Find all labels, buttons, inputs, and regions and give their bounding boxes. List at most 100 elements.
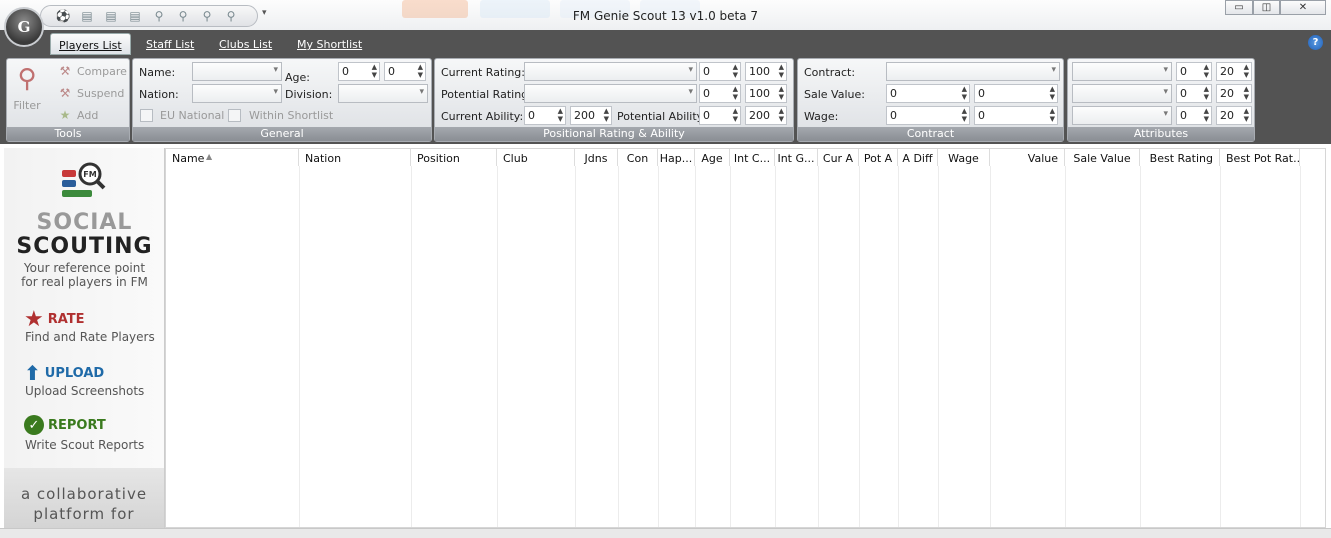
current-ability-max[interactable]: 200 ▲ ▼ bbox=[570, 106, 612, 125]
column-divider bbox=[497, 166, 498, 527]
spin-arrows-icon[interactable]: ▲ ▼ bbox=[1204, 85, 1209, 101]
column-header-wage[interactable]: Wage bbox=[938, 149, 990, 166]
attribute-combo-1[interactable] bbox=[1072, 62, 1172, 81]
report-link[interactable]: ✓ REPORT bbox=[24, 415, 106, 435]
app-menu-orb[interactable]: G bbox=[4, 7, 44, 47]
column-header-int-c[interactable]: Int C... bbox=[730, 149, 775, 166]
spin-arrows-icon[interactable]: ▲ ▼ bbox=[1204, 107, 1209, 123]
attribute-3-min[interactable]: 0 ▲ ▼ bbox=[1176, 106, 1212, 125]
filter-button[interactable]: ⚲ Filter bbox=[11, 63, 43, 112]
rate-link[interactable]: ★ RATE bbox=[24, 307, 85, 332]
wage-min[interactable]: 0 ▲ ▼ bbox=[886, 106, 970, 125]
help-icon[interactable]: ? bbox=[1308, 35, 1323, 50]
current-rating-min[interactable]: 0 ▲ ▼ bbox=[699, 62, 741, 81]
upload-link[interactable]: ⬆ UPLOAD bbox=[24, 361, 104, 385]
column-header-name[interactable]: Name ▲ bbox=[166, 149, 299, 166]
current-ability-min[interactable]: 0 ▲ ▼ bbox=[524, 106, 566, 125]
spin-arrows-icon[interactable]: ▲ ▼ bbox=[1244, 85, 1249, 101]
column-header-a-diff[interactable]: A Diff bbox=[898, 149, 938, 166]
attribute-2-min[interactable]: 0 ▲ ▼ bbox=[1176, 84, 1212, 103]
minimize-button[interactable]: ▭ bbox=[1225, 0, 1253, 15]
attribute-combo-3[interactable] bbox=[1072, 106, 1172, 125]
column-header-best-rating[interactable]: Best Rating bbox=[1140, 149, 1220, 166]
current-rating-combo[interactable] bbox=[524, 62, 697, 81]
export-icon[interactable]: ▤ bbox=[101, 8, 121, 24]
sale-value-min[interactable]: 0 ▲ ▼ bbox=[886, 84, 970, 103]
column-header-club[interactable]: Club bbox=[497, 149, 575, 166]
column-header-con[interactable]: Con bbox=[618, 149, 658, 166]
nation-combo[interactable] bbox=[192, 84, 282, 103]
attribute-1-min[interactable]: 0 ▲ ▼ bbox=[1176, 62, 1212, 81]
restore-button[interactable]: ◫ bbox=[1253, 0, 1280, 15]
attribute-3-max[interactable]: 20 ▲ ▼ bbox=[1216, 106, 1252, 125]
column-header-age[interactable]: Age bbox=[695, 149, 730, 166]
find-icon[interactable]: ⚲ bbox=[197, 8, 217, 24]
attribute-1-max[interactable]: 20 ▲ ▼ bbox=[1216, 62, 1252, 81]
players-grid[interactable]: Name ▲ Nation Position Club Jdns Con Hap... Age… bbox=[165, 148, 1326, 528]
spin-arrows-icon[interactable]: ▲ ▼ bbox=[1050, 85, 1055, 101]
contract-combo[interactable] bbox=[886, 62, 1060, 81]
scout-icon[interactable]: ⚽ bbox=[53, 8, 73, 24]
tab-staff-list[interactable]: Staff List bbox=[138, 33, 202, 55]
add-button[interactable]: ★ Add bbox=[57, 107, 99, 123]
column-header-jdns[interactable]: Jdns bbox=[575, 149, 618, 166]
scouting-title: SCOUTING bbox=[16, 234, 153, 259]
column-header-cur-a[interactable]: Cur A bbox=[818, 149, 859, 166]
spin-arrows-icon[interactable]: ▲ ▼ bbox=[418, 63, 423, 79]
column-header-value[interactable]: Value bbox=[990, 149, 1065, 166]
potential-rating-max[interactable]: 100 ▲ ▼ bbox=[745, 84, 787, 103]
column-header-pot-a[interactable]: Pot A bbox=[859, 149, 898, 166]
sale-value-max[interactable]: 0 ▲ ▼ bbox=[974, 84, 1058, 103]
division-combo[interactable] bbox=[338, 84, 428, 103]
attribute-combo-2[interactable] bbox=[1072, 84, 1172, 103]
spin-arrows-icon[interactable]: ▲ ▼ bbox=[962, 107, 967, 123]
name-combo[interactable] bbox=[192, 62, 282, 81]
spin-arrows-icon[interactable]: ▲ ▼ bbox=[1050, 107, 1055, 123]
spin-arrows-icon[interactable]: ▲ ▼ bbox=[558, 107, 563, 123]
suspend-label: Suspend bbox=[77, 86, 125, 100]
search-staff-icon[interactable]: ⚲ bbox=[173, 8, 193, 24]
column-header-int-g[interactable]: Int G... bbox=[775, 149, 818, 166]
spin-arrows-icon[interactable]: ▲ ▼ bbox=[962, 85, 967, 101]
potential-ability-max[interactable]: 200 ▲ ▼ bbox=[745, 106, 787, 125]
wage-max[interactable]: 0 ▲ ▼ bbox=[974, 106, 1058, 125]
within-shortlist-checkbox[interactable] bbox=[228, 109, 241, 122]
eu-national-checkbox[interactable] bbox=[140, 109, 153, 122]
close-button[interactable]: ✕ bbox=[1280, 0, 1326, 15]
suspend-button[interactable]: ⚒ Suspend bbox=[57, 85, 125, 101]
spin-arrows-icon[interactable]: ▲ ▼ bbox=[1204, 63, 1209, 79]
tab-my-shortlist[interactable]: My Shortlist bbox=[289, 33, 370, 55]
spin-arrows-icon[interactable]: ▲ ▼ bbox=[779, 63, 784, 79]
attribute-2-max[interactable]: 20 ▲ ▼ bbox=[1216, 84, 1252, 103]
column-divider bbox=[859, 166, 860, 527]
column-header-sale-value[interactable]: Sale Value bbox=[1065, 149, 1140, 166]
tab-players-list[interactable]: Players List bbox=[50, 33, 131, 55]
tab-clubs-list[interactable]: Clubs List bbox=[211, 33, 280, 55]
search-player-icon[interactable]: ⚲ bbox=[149, 8, 169, 24]
save-icon[interactable]: ▤ bbox=[125, 8, 145, 24]
potential-rating-combo[interactable] bbox=[524, 84, 697, 103]
column-header-nation[interactable]: Nation bbox=[299, 149, 411, 166]
customize-toolbar-icon[interactable]: ▾ bbox=[262, 8, 267, 18]
spin-arrows-icon[interactable]: ▲ ▼ bbox=[1244, 63, 1249, 79]
import-icon[interactable]: ▤ bbox=[77, 8, 97, 24]
report-subtitle: Write Scout Reports bbox=[25, 438, 145, 452]
column-header-best-pot-rat[interactable]: Best Pot Rat... bbox=[1220, 149, 1300, 166]
spin-arrows-icon[interactable]: ▲ ▼ bbox=[779, 107, 784, 123]
compare-button[interactable]: ⚒ Compare bbox=[57, 63, 127, 79]
spin-arrows-icon[interactable]: ▲ ▼ bbox=[372, 63, 377, 79]
spin-arrows-icon[interactable]: ▲ ▼ bbox=[733, 63, 738, 79]
spin-arrows-icon[interactable]: ▲ ▼ bbox=[733, 107, 738, 123]
age-min-input[interactable]: 0 ▲ ▼ bbox=[338, 62, 380, 81]
spin-arrows-icon[interactable]: ▲ ▼ bbox=[779, 85, 784, 101]
age-max-input[interactable]: 0 ▲ ▼ bbox=[384, 62, 426, 81]
column-header-hap[interactable]: Hap... bbox=[658, 149, 695, 166]
spin-arrows-icon[interactable]: ▲ ▼ bbox=[1244, 107, 1249, 123]
potential-rating-min[interactable]: 0 ▲ ▼ bbox=[699, 84, 741, 103]
spin-arrows-icon[interactable]: ▲ ▼ bbox=[733, 85, 738, 101]
current-rating-max[interactable]: 100 ▲ ▼ bbox=[745, 62, 787, 81]
compare-icon[interactable]: ⚲ bbox=[221, 8, 241, 24]
spin-arrows-icon[interactable]: ▲ ▼ bbox=[604, 107, 609, 123]
potential-ability-min[interactable]: 0 ▲ ▼ bbox=[699, 106, 741, 125]
column-header-position[interactable]: Position bbox=[411, 149, 497, 166]
